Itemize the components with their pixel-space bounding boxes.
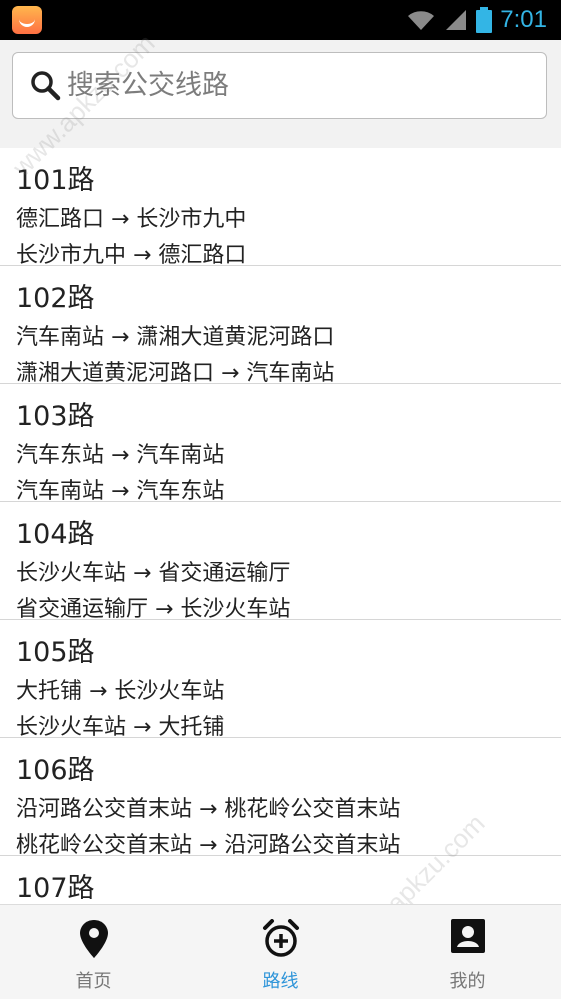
nav-label: 首页 [75,971,112,992]
route-direction-return: 潇湘大道黄泥河路口 → 汽车南站 [16,361,335,386]
signal-icon [446,10,467,30]
app-notification-icon [12,6,42,34]
nav-profile[interactable]: 我的 [374,905,561,999]
nav-label: 路线 [262,971,299,992]
route-name: 104路 [16,519,95,550]
nav-label: 我的 [449,971,486,992]
status-icons: 7:01 [406,6,547,34]
search-box[interactable] [12,52,547,119]
route-list[interactable]: 101路 德汇路口 → 长沙市九中 长沙市九中 → 德汇路口 102路 汽车南站… [0,148,561,904]
nav-home[interactable]: 首页 [0,905,187,999]
location-pin-icon [79,920,108,958]
route-name: 106路 [16,755,95,786]
search-input[interactable] [65,69,509,102]
route-direction-return: 省交通运输厅 → 长沙火车站 [16,597,291,622]
route-direction-forward: 大托铺 → 长沙火车站 [16,679,225,704]
search-icon [31,70,61,100]
contact-card-icon [450,919,485,953]
route-direction-forward: 德汇路口 → 长沙市九中 [16,207,247,232]
route-name: 105路 [16,637,95,668]
route-direction-forward: 汽车东站 → 汽车南站 [16,443,225,468]
route-direction-forward: 长沙火车站 → 省交通运输厅 [16,561,291,586]
route-direction-return: 桃花岭公交首末站 → 沿河路公交首末站 [16,833,401,858]
status-bar: 7:01 [0,0,561,40]
bottom-nav: 首页 路线 我的 [0,904,561,999]
route-item-104[interactable]: 104路 长沙火车站 → 省交通运输厅 省交通运输厅 → 长沙火车站 [0,502,561,622]
alarm-clock-icon [262,919,299,957]
route-item-105[interactable]: 105路 大托铺 → 长沙火车站 长沙火车站 → 大托铺 [0,620,561,740]
route-direction-forward: 汽车南站 → 潇湘大道黄泥河路口 [16,325,335,350]
search-area [0,40,561,132]
route-direction-return: 汽车南站 → 汽车东站 [16,479,225,504]
battery-icon [476,7,493,33]
route-item-102[interactable]: 102路 汽车南站 → 潇湘大道黄泥河路口 潇湘大道黄泥河路口 → 汽车南站 [0,266,561,386]
route-name: 101路 [16,165,95,196]
status-time: 7:01 [500,6,547,33]
route-item-106[interactable]: 106路 沿河路公交首末站 → 桃花岭公交首末站 桃花岭公交首末站 → 沿河路公… [0,738,561,858]
wifi-icon [408,11,435,31]
route-direction-return: 长沙市九中 → 德汇路口 [16,243,247,268]
route-direction-forward: 沿河路公交首末站 → 桃花岭公交首末站 [16,797,401,822]
route-name: 103路 [16,401,95,432]
route-name: 102路 [16,283,95,314]
nav-routes[interactable]: 路线 [187,905,374,999]
route-item-107[interactable]: 107路 [0,856,561,904]
route-item-101[interactable]: 101路 德汇路口 → 长沙市九中 长沙市九中 → 德汇路口 [0,148,561,268]
route-name: 107路 [16,873,95,904]
route-direction-return: 长沙火车站 → 大托铺 [16,715,225,740]
route-item-103[interactable]: 103路 汽车东站 → 汽车南站 汽车南站 → 汽车东站 [0,384,561,504]
